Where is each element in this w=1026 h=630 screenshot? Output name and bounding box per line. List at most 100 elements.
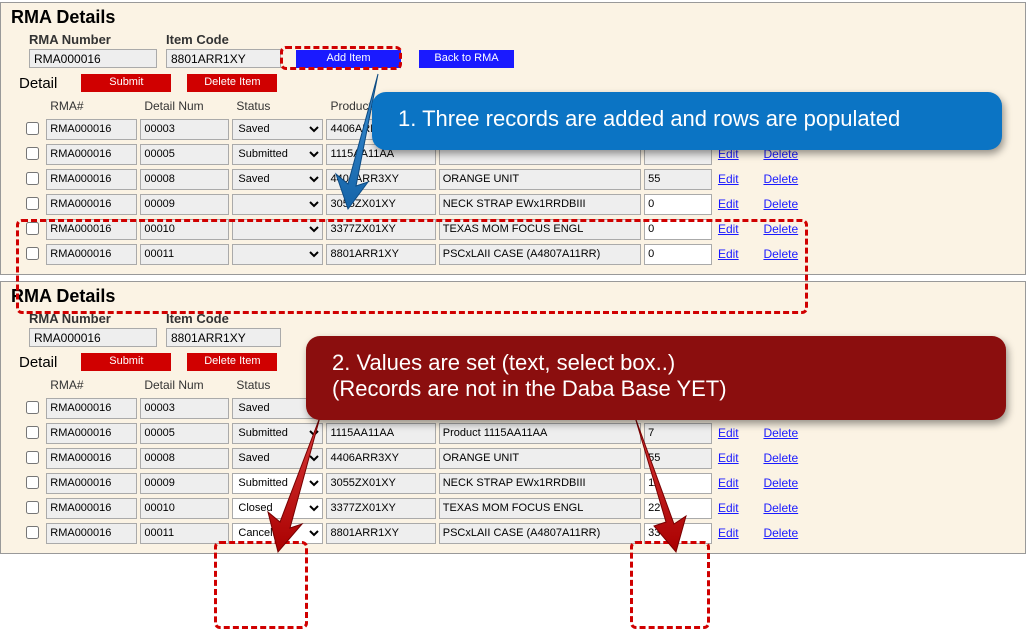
delete-link[interactable]: Delete: [763, 501, 798, 515]
cell-description[interactable]: [439, 219, 641, 240]
cell-detail-num[interactable]: [140, 398, 229, 419]
cell-status-select[interactable]: SavedSubmittedClosedCancelled: [232, 473, 323, 494]
cell-detail-num[interactable]: [140, 473, 229, 494]
row-checkbox[interactable]: [26, 222, 39, 235]
cell-product[interactable]: [326, 498, 435, 519]
cell-product[interactable]: [326, 523, 435, 544]
cell-quantity[interactable]: [644, 219, 712, 240]
cell-rma[interactable]: [46, 523, 137, 544]
cell-description[interactable]: [439, 473, 641, 494]
cell-product[interactable]: [326, 448, 435, 469]
cell-description[interactable]: [439, 498, 641, 519]
cell-description[interactable]: [439, 169, 641, 190]
row-checkbox[interactable]: [26, 526, 39, 539]
row-checkbox[interactable]: [26, 247, 39, 260]
cell-rma[interactable]: [46, 498, 137, 519]
submit-button[interactable]: Submit: [81, 74, 171, 92]
submit-button[interactable]: Submit: [81, 353, 171, 371]
add-item-button[interactable]: Add Item: [296, 50, 401, 68]
back-to-rma-button[interactable]: Back to RMA: [419, 50, 514, 68]
cell-status-select[interactable]: SavedSubmittedClosedCancelled: [232, 144, 323, 165]
cell-quantity[interactable]: [644, 498, 712, 519]
row-checkbox[interactable]: [26, 451, 39, 464]
cell-product[interactable]: [326, 194, 435, 215]
cell-status-select[interactable]: SavedSubmittedClosedCancelled: [232, 523, 323, 544]
delete-link[interactable]: Delete: [763, 222, 798, 236]
cell-status-select[interactable]: SavedSubmittedClosedCancelled: [232, 423, 323, 444]
cell-status-select[interactable]: SavedSubmittedClosedCancelled: [232, 194, 323, 215]
cell-quantity[interactable]: [644, 523, 712, 544]
cell-product[interactable]: [326, 169, 435, 190]
edit-link[interactable]: Edit: [718, 476, 739, 490]
item-code-input[interactable]: [166, 49, 281, 68]
delete-item-button[interactable]: Delete Item: [187, 74, 277, 92]
cell-rma[interactable]: [46, 194, 137, 215]
cell-detail-num[interactable]: [140, 169, 229, 190]
cell-status-select[interactable]: SavedSubmittedClosedCancelled: [232, 219, 323, 240]
cell-status-select[interactable]: SavedSubmittedClosedCancelled: [232, 498, 323, 519]
cell-quantity[interactable]: [644, 194, 712, 215]
row-checkbox[interactable]: [26, 147, 39, 160]
cell-product[interactable]: [326, 423, 435, 444]
cell-description[interactable]: [439, 423, 641, 444]
cell-status-select[interactable]: SavedSubmittedClosedCancelled: [232, 119, 323, 140]
edit-link[interactable]: Edit: [718, 247, 739, 261]
cell-detail-num[interactable]: [140, 523, 229, 544]
cell-status-select[interactable]: SavedSubmittedClosedCancelled: [232, 169, 323, 190]
delete-link[interactable]: Delete: [763, 476, 798, 490]
cell-rma[interactable]: [46, 423, 137, 444]
delete-link[interactable]: Delete: [763, 172, 798, 186]
cell-description[interactable]: [439, 523, 641, 544]
edit-link[interactable]: Edit: [718, 222, 739, 236]
cell-quantity[interactable]: [644, 473, 712, 494]
cell-detail-num[interactable]: [140, 448, 229, 469]
cell-quantity[interactable]: [644, 169, 712, 190]
delete-link[interactable]: Delete: [763, 451, 798, 465]
cell-detail-num[interactable]: [140, 423, 229, 444]
rma-number-input[interactable]: [29, 328, 157, 347]
row-checkbox[interactable]: [26, 401, 39, 414]
cell-detail-num[interactable]: [140, 244, 229, 265]
cell-description[interactable]: [439, 244, 641, 265]
cell-product[interactable]: [326, 219, 435, 240]
edit-link[interactable]: Edit: [718, 172, 739, 186]
cell-detail-num[interactable]: [140, 498, 229, 519]
cell-product[interactable]: [326, 473, 435, 494]
cell-rma[interactable]: [46, 398, 137, 419]
item-code-input[interactable]: [166, 328, 281, 347]
cell-rma[interactable]: [46, 169, 137, 190]
cell-product[interactable]: [326, 244, 435, 265]
delete-link[interactable]: Delete: [763, 247, 798, 261]
cell-rma[interactable]: [46, 144, 137, 165]
cell-description[interactable]: [439, 448, 641, 469]
cell-status-select[interactable]: SavedSubmittedClosedCancelled: [232, 448, 323, 469]
cell-detail-num[interactable]: [140, 144, 229, 165]
row-checkbox[interactable]: [26, 476, 39, 489]
row-checkbox[interactable]: [26, 122, 39, 135]
cell-quantity[interactable]: [644, 448, 712, 469]
cell-quantity[interactable]: [644, 423, 712, 444]
cell-rma[interactable]: [46, 448, 137, 469]
edit-link[interactable]: Edit: [718, 426, 739, 440]
cell-quantity[interactable]: [644, 244, 712, 265]
edit-link[interactable]: Edit: [718, 197, 739, 211]
edit-link[interactable]: Edit: [718, 526, 739, 540]
cell-status-select[interactable]: SavedSubmittedClosedCancelled: [232, 244, 323, 265]
cell-detail-num[interactable]: [140, 219, 229, 240]
row-checkbox[interactable]: [26, 172, 39, 185]
rma-number-input[interactable]: [29, 49, 157, 68]
edit-link[interactable]: Edit: [718, 451, 739, 465]
row-checkbox[interactable]: [26, 426, 39, 439]
edit-link[interactable]: Edit: [718, 501, 739, 515]
row-checkbox[interactable]: [26, 197, 39, 210]
cell-rma[interactable]: [46, 119, 137, 140]
cell-detail-num[interactable]: [140, 194, 229, 215]
delete-link[interactable]: Delete: [763, 526, 798, 540]
cell-detail-num[interactable]: [140, 119, 229, 140]
cell-description[interactable]: [439, 194, 641, 215]
delete-link[interactable]: Delete: [763, 197, 798, 211]
cell-rma[interactable]: [46, 219, 137, 240]
cell-rma[interactable]: [46, 473, 137, 494]
delete-item-button[interactable]: Delete Item: [187, 353, 277, 371]
delete-link[interactable]: Delete: [763, 426, 798, 440]
